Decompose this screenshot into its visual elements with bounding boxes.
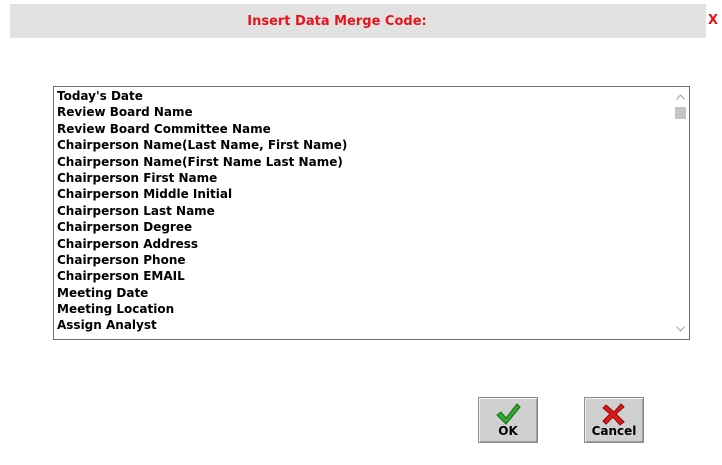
- ok-button[interactable]: OK: [478, 397, 538, 443]
- list-item[interactable]: Chairperson Address: [57, 236, 667, 252]
- red-x-icon: [601, 402, 627, 426]
- scroll-down-icon[interactable]: [672, 321, 689, 337]
- list-item[interactable]: Meeting Location: [57, 301, 667, 317]
- list-item[interactable]: Chairperson First Name: [57, 170, 667, 186]
- green-check-icon: [495, 402, 521, 426]
- merge-code-list: Today's Date Review Board Name Review Bo…: [57, 88, 667, 334]
- ok-label: OK: [498, 424, 518, 438]
- list-item[interactable]: Chairperson EMAIL: [57, 268, 667, 284]
- dialog-title-bar: Insert Data Merge Code:: [10, 4, 706, 38]
- list-item[interactable]: Chairperson Phone: [57, 252, 667, 268]
- list-item[interactable]: Chairperson Name(Last Name, First Name): [57, 137, 667, 153]
- merge-code-listbox[interactable]: Today's Date Review Board Name Review Bo…: [53, 86, 690, 340]
- dialog-title: Insert Data Merge Code:: [247, 14, 427, 29]
- list-item[interactable]: Meeting Date: [57, 285, 667, 301]
- scroll-up-icon[interactable]: [672, 89, 689, 105]
- scroll-thumb[interactable]: [675, 107, 686, 119]
- list-item[interactable]: Chairperson Middle Initial: [57, 186, 667, 202]
- cancel-label: Cancel: [591, 424, 637, 438]
- vertical-scrollbar[interactable]: [672, 87, 689, 339]
- list-item[interactable]: Chairperson Last Name: [57, 203, 667, 219]
- list-item[interactable]: Chairperson Name(First Name Last Name): [57, 154, 667, 170]
- list-item[interactable]: Today's Date: [57, 88, 667, 104]
- list-item[interactable]: Chairperson Degree: [57, 219, 667, 235]
- list-item[interactable]: Assign Analyst: [57, 317, 667, 333]
- close-button[interactable]: X: [708, 14, 722, 28]
- list-item[interactable]: Review Board Committee Name: [57, 121, 667, 137]
- list-item[interactable]: Review Board Name: [57, 104, 667, 120]
- cancel-button[interactable]: Cancel: [584, 397, 644, 443]
